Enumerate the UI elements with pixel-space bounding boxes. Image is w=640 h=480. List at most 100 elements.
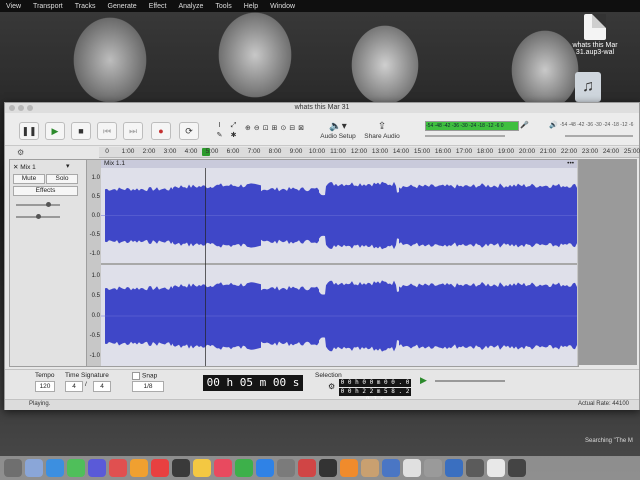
dock-numbers-icon[interactable] (235, 459, 253, 477)
dock-finder-icon[interactable] (4, 459, 22, 477)
clip-menu-icon[interactable]: ••• (567, 160, 574, 168)
menu-generate[interactable]: Generate (102, 3, 143, 10)
multi-tool-icon[interactable]: ✱ (227, 131, 240, 139)
selection-start[interactable]: 0 0 h 0 0 m 0 0 . 0 0 0 s (339, 379, 411, 394)
music-file-icon[interactable]: ♫ (575, 72, 601, 102)
zoom-in-icon[interactable]: ⊕ (245, 124, 251, 132)
ruler-tick: 23:00 (581, 148, 599, 155)
dock-maps-icon[interactable] (109, 459, 127, 477)
fit-selection-icon[interactable]: ⊡ (263, 124, 269, 132)
zoom-tools: ⊕ ⊖ ⊡ ⊞ ⊙ ⊟ ⊠ (245, 124, 304, 132)
timesig-numerator[interactable]: 4 (65, 381, 83, 392)
timeline-ruler[interactable]: 0 1:00 2:00 3:00 4:00 5:00 6:00 7:00 8:00 9:00 10:… (99, 147, 640, 158)
audio-setup-label: Audio Setup (320, 133, 356, 140)
minimize-window-button[interactable] (18, 105, 24, 111)
selection-end[interactable]: 0 0 h 2 2 m 5 8 . 2 9 7 s (339, 388, 411, 403)
pause-button[interactable]: ❚❚ (19, 122, 39, 140)
draw-tool-icon[interactable]: ✎ (213, 131, 226, 139)
desktop-file-icon[interactable]: whats this Mar 31.aup3-wal (560, 14, 630, 56)
dock-audacity-icon[interactable] (466, 459, 484, 477)
dock-documents-icon[interactable] (487, 459, 505, 477)
record-volume-slider[interactable] (425, 135, 505, 137)
playback-meter[interactable]: -54 -48 -42 -36 -30 -24 -18 -12 -6 0 (560, 121, 635, 129)
dock-photos-icon[interactable] (130, 459, 148, 477)
dock-trash-folder-icon[interactable] (424, 459, 442, 477)
menu-help[interactable]: Help (238, 3, 264, 10)
selection-options-icon[interactable]: ⚙ (328, 382, 335, 391)
ruler-tick: 12:00 (350, 148, 368, 155)
menu-transport[interactable]: Transport (27, 3, 69, 10)
mute-button[interactable]: Mute (13, 174, 45, 184)
pan-slider[interactable] (16, 214, 60, 219)
menu-tracks[interactable]: Tracks (69, 3, 102, 10)
record-meter[interactable]: -54 -48 -42 -36 -30 -24 -18 -12 -6 0 (425, 121, 519, 131)
audio-clip[interactable]: Mix 1.1 ••• (101, 160, 577, 366)
record-button[interactable]: ● (151, 122, 171, 140)
zoom-out-icon[interactable]: ⊖ (254, 124, 260, 132)
selection-tool-icon[interactable]: I (213, 122, 226, 130)
ruler-tick: 21:00 (539, 148, 557, 155)
skip-to-end-button[interactable]: ⏭ (123, 122, 143, 140)
solo-button[interactable]: Solo (46, 174, 78, 184)
dock-garageband-icon[interactable] (361, 459, 379, 477)
menu-tools[interactable]: Tools (209, 3, 237, 10)
play-speed-slider[interactable] (435, 380, 505, 382)
dock-books-icon[interactable] (340, 459, 358, 477)
dock-keynote-icon[interactable] (382, 459, 400, 477)
track-menu-icon[interactable]: ▾ (66, 162, 70, 170)
silence-icon[interactable]: ⊠ (298, 124, 304, 132)
timesig-denominator[interactable]: 4 (93, 381, 111, 392)
dock-terminal-icon[interactable] (319, 459, 337, 477)
play-button[interactable]: ▶ (45, 122, 65, 140)
dock-app-store-icon[interactable] (256, 459, 274, 477)
effects-button[interactable]: Effects (13, 186, 78, 196)
zoom-window-button[interactable] (27, 105, 33, 111)
dock-mail-icon[interactable] (88, 459, 106, 477)
amplitude-tick: -0.5 (89, 333, 100, 339)
menu-view[interactable]: View (0, 3, 27, 10)
actual-rate: Actual Rate: 44100 (577, 401, 629, 407)
skip-to-start-button[interactable]: ⏮ (97, 122, 117, 140)
zoom-toggle-icon[interactable]: ⊙ (281, 124, 287, 132)
dock-tv-icon[interactable] (172, 459, 190, 477)
dock-messages-icon[interactable] (67, 459, 85, 477)
dock-notes-icon[interactable] (193, 459, 211, 477)
trim-icon[interactable]: ⊟ (289, 124, 295, 132)
fit-project-icon[interactable]: ⊞ (272, 124, 278, 132)
stop-button[interactable]: ■ (71, 122, 91, 140)
playback-volume-slider[interactable] (565, 135, 633, 137)
clip-header[interactable]: Mix 1.1 ••• (101, 160, 577, 168)
dock-safari-icon[interactable] (46, 459, 64, 477)
dock-news-icon[interactable] (298, 459, 316, 477)
menu-effect[interactable]: Effect (143, 3, 173, 10)
dock-calendar-icon[interactable] (151, 459, 169, 477)
clip-name: Mix 1.1 (104, 160, 125, 167)
loop-button[interactable]: ⟳ (179, 122, 199, 140)
ruler-tick: 16:00 (434, 148, 452, 155)
close-window-button[interactable] (9, 105, 15, 111)
dock-trash-icon[interactable] (508, 459, 526, 477)
amplitude-tick: -1.0 (89, 250, 100, 257)
gain-slider[interactable] (16, 202, 60, 207)
selection-toolbar: Tempo 120 Time Signature 4 / 4 Snap 1/8 … (5, 369, 639, 403)
dock-preview-icon[interactable] (403, 459, 421, 477)
track-name[interactable]: ✕ Mix 1 (13, 163, 36, 171)
dock-settings-icon[interactable] (277, 459, 295, 477)
audio-setup-button[interactable]: 🔈▾ Audio Setup (313, 120, 363, 144)
ruler-tick: 18:00 (476, 148, 494, 155)
tempo-input[interactable]: 120 (35, 381, 55, 392)
snap-select[interactable]: 1/8 (132, 381, 164, 392)
snap-checkbox[interactable]: Snap (132, 372, 157, 380)
time-display[interactable]: 00 h 05 m 00 s (203, 375, 303, 391)
dock-music-icon[interactable] (214, 459, 232, 477)
dock-launchpad-icon[interactable] (25, 459, 43, 477)
dock-downloads-icon[interactable] (445, 459, 463, 477)
menu-window[interactable]: Window (264, 3, 301, 10)
play-at-speed-button[interactable]: ▶ (420, 375, 427, 386)
timeline-options-icon[interactable]: ⚙ (17, 148, 24, 157)
ruler-tick: 2:00 (142, 148, 156, 155)
envelope-tool-icon[interactable]: ⤢ (227, 122, 240, 130)
menu-analyze[interactable]: Analyze (172, 3, 209, 10)
file-label-1: whats this Mar (572, 42, 618, 49)
share-audio-button[interactable]: ⇪ Share Audio (357, 120, 407, 144)
